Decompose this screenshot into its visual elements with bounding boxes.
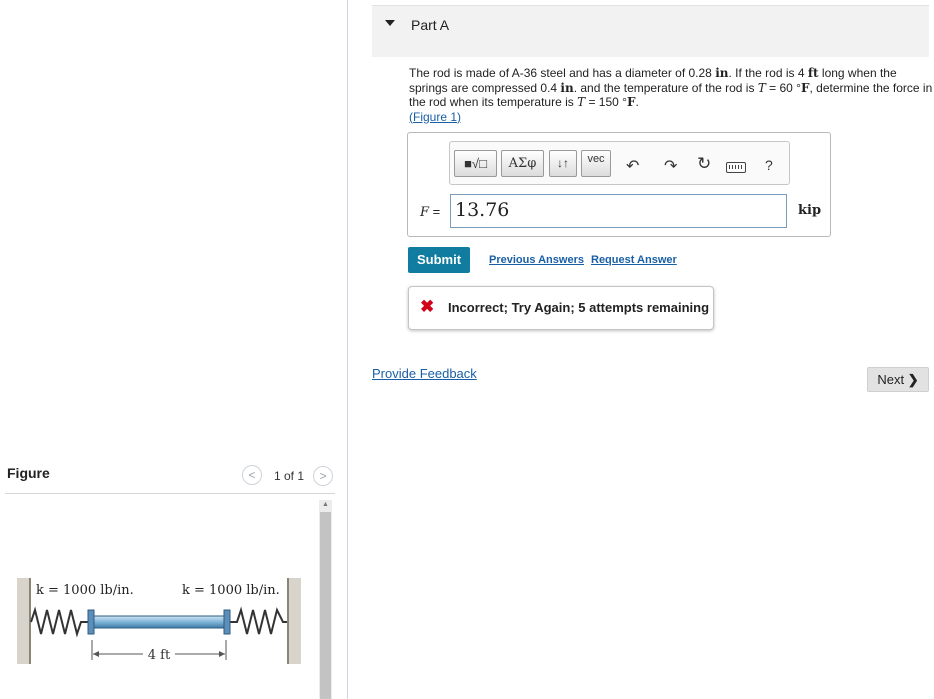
figure-scrollbar-thumb[interactable] — [320, 512, 331, 699]
figure-divider — [5, 493, 335, 494]
dimension-arrow-left — [93, 651, 99, 657]
chevron-right-icon: ❯ — [907, 372, 919, 387]
redo-icon[interactable]: ↷ — [664, 156, 677, 176]
x-icon: ✖ — [420, 297, 435, 316]
help-button[interactable]: ? — [765, 157, 773, 173]
right-end-plate — [223, 609, 231, 635]
right-wall-face — [287, 578, 289, 664]
reset-icon[interactable]: ↻ — [697, 154, 711, 174]
dimension-label: 4 ft — [148, 648, 171, 663]
scroll-up-arrow-icon[interactable]: ▲ — [319, 500, 332, 510]
figure-title: Figure — [7, 465, 50, 481]
steel-rod — [93, 615, 225, 629]
previous-figure-button[interactable]: < — [242, 465, 262, 485]
submit-button[interactable]: Submit — [408, 247, 470, 273]
question-text: The rod is made of A-36 steel and has a … — [409, 66, 933, 124]
left-end-plate — [87, 609, 95, 635]
chevron-right-icon: > — [319, 469, 327, 483]
left-spring — [30, 606, 90, 638]
provide-feedback-link[interactable]: Provide Feedback — [372, 366, 477, 381]
left-wall — [17, 578, 29, 664]
right-wall — [289, 578, 301, 664]
greek-symbols-button[interactable]: ΑΣφ — [501, 150, 544, 177]
rod-spring-figure: 4 ft k = 1000 lb/in. k = 1000 lb/in. — [17, 578, 301, 664]
answer-unit: kip — [798, 203, 822, 218]
figure-counter: 1 of 1 — [274, 469, 305, 483]
spring-left-label: k = 1000 lb/in. — [36, 583, 134, 598]
feedback-message: Incorrect; Try Again; 5 attempts remaini… — [448, 300, 710, 315]
right-spring — [228, 606, 287, 635]
chevron-left-icon: < — [248, 468, 256, 482]
math-toolbar: ■√□ ΑΣφ ↓↑ vec ↶ ↷ ↻ ? — [449, 141, 790, 185]
templates-button[interactable]: ■√□ — [454, 150, 497, 177]
spring-right-label: k = 1000 lb/in. — [182, 583, 280, 598]
collapse-caret-icon[interactable] — [385, 20, 395, 26]
keyboard-icon[interactable] — [726, 162, 746, 173]
part-header[interactable] — [372, 5, 929, 57]
vector-button[interactable]: vec — [581, 150, 611, 177]
part-title: Part A — [411, 17, 450, 33]
next-button[interactable]: Next ❯ — [867, 367, 929, 392]
dimension-arrow-right — [219, 651, 225, 657]
next-figure-button[interactable]: > — [313, 466, 333, 486]
pane-divider — [347, 0, 348, 699]
answer-input[interactable]: 13.76 — [450, 194, 787, 228]
figure-link[interactable]: (Figure 1) — [409, 110, 461, 124]
request-answer-link[interactable]: Request Answer — [591, 254, 677, 266]
subscript-superscript-button[interactable]: ↓↑ — [549, 150, 577, 177]
undo-icon[interactable]: ↶ — [626, 156, 639, 176]
answer-variable-label: F = — [420, 204, 441, 220]
previous-answers-link[interactable]: Previous Answers — [489, 254, 584, 266]
